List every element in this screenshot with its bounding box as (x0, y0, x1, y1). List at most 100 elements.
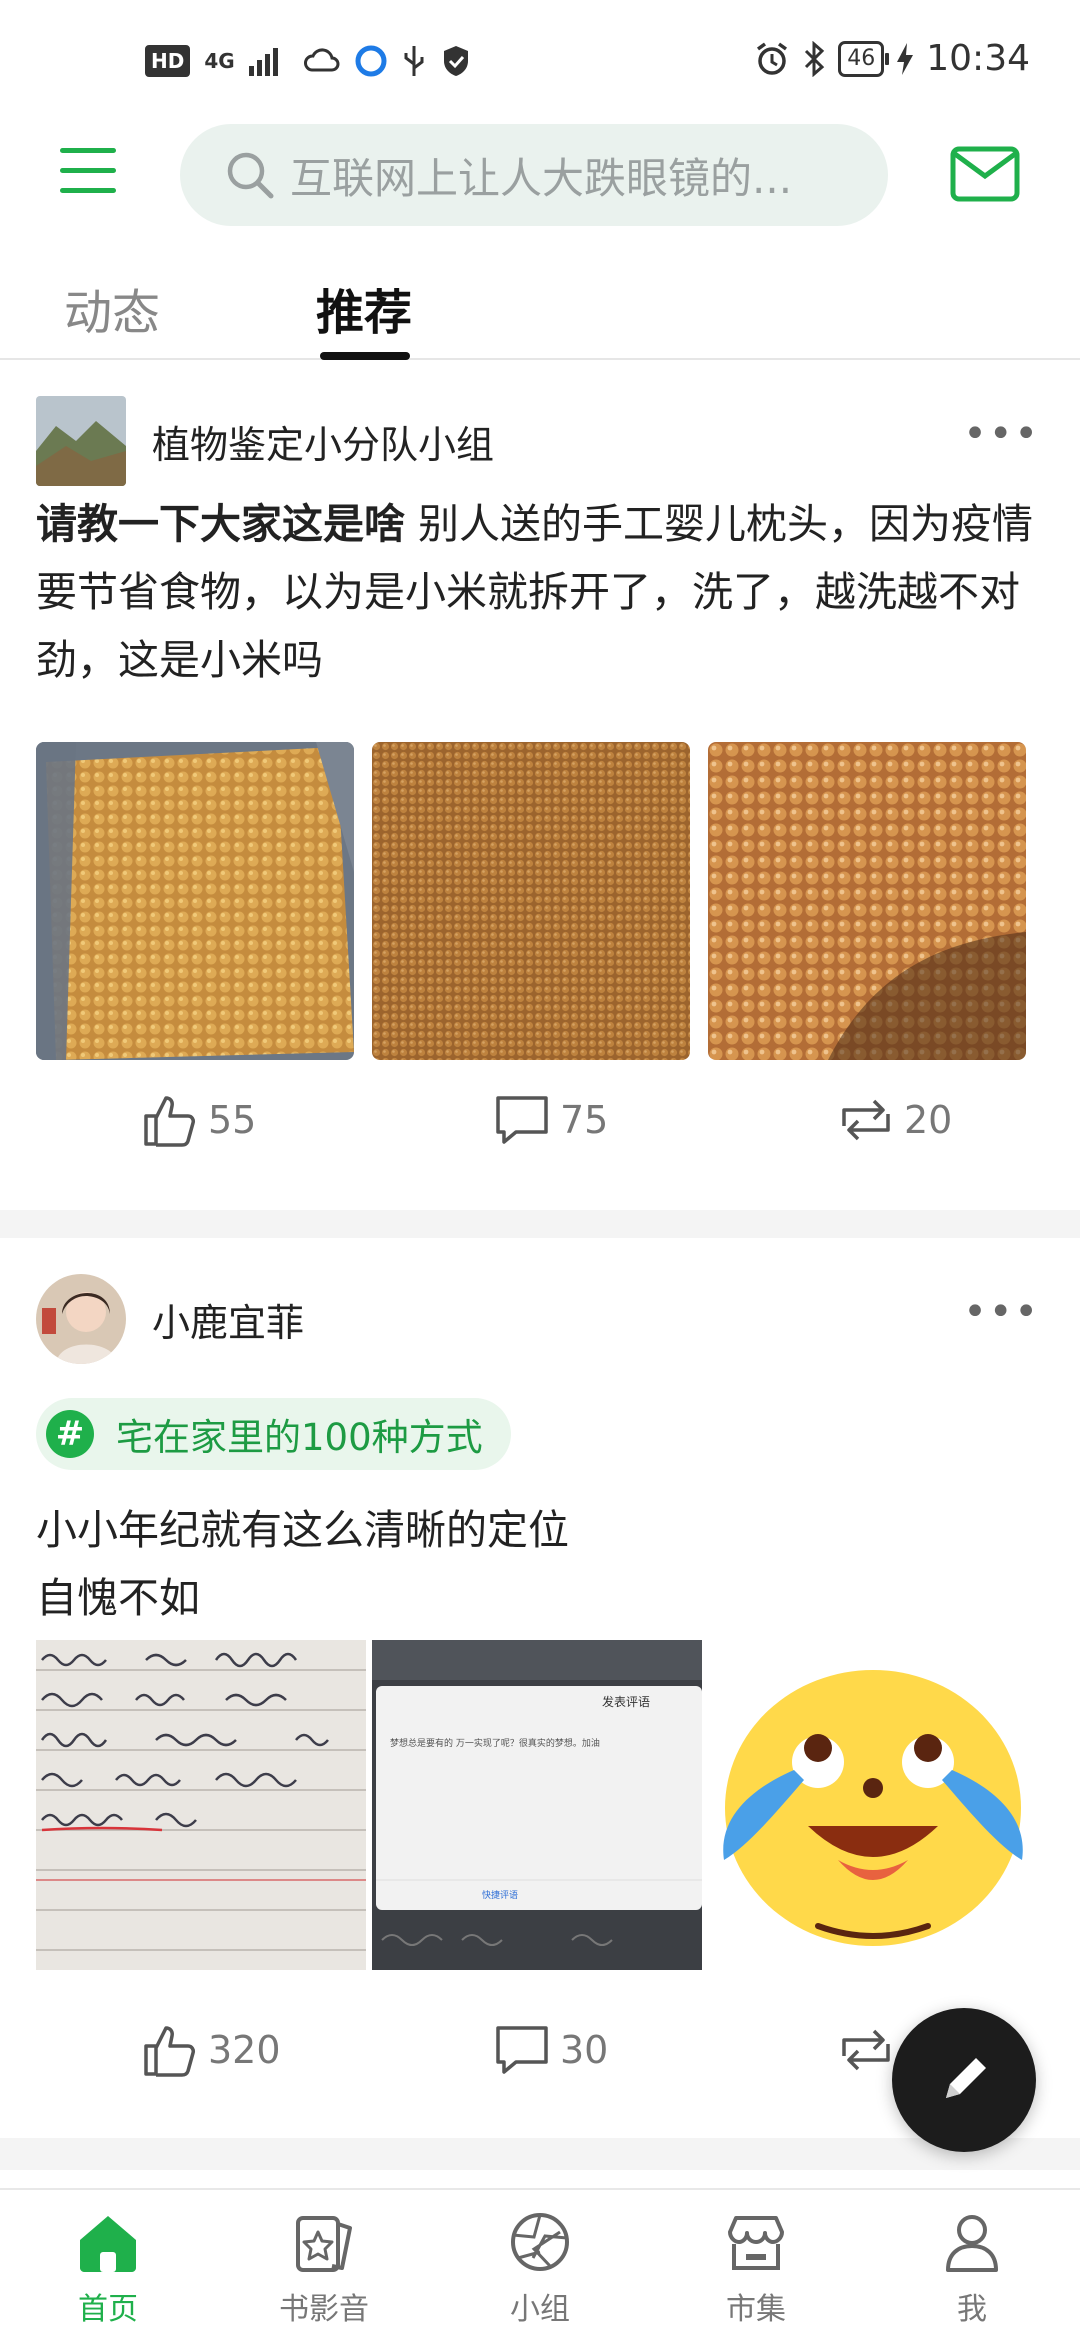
hd-badge: HD (145, 45, 191, 77)
menu-icon (60, 148, 116, 153)
nav-label: 首页 (78, 2292, 138, 2327)
compose-button[interactable] (892, 2008, 1036, 2152)
dialog-body: 梦想总是要有的 万一实现了呢？很真实的梦想。加油 (390, 1737, 600, 1749)
status-right-icons: 46 10:34 (754, 38, 1030, 79)
group-icon (511, 2213, 569, 2271)
topic-tag[interactable]: # 宅在家里的100种方式 (36, 1398, 511, 1470)
like-button[interactable]: 320 (140, 2020, 281, 2080)
avatar-image (36, 1274, 126, 1364)
handwriting-photo (36, 1640, 366, 1970)
search-placeholder: 互联网上让人大跌眼镜的... (290, 153, 793, 203)
tab-dongtai[interactable]: 动态 (64, 273, 160, 343)
dialog-link: 快捷评语 (482, 1889, 518, 1901)
comment-icon (496, 1096, 548, 1144)
card-separator (0, 1210, 1080, 1238)
comment-button[interactable]: 75 (492, 1090, 608, 1150)
like-count: 55 (208, 1098, 257, 1142)
feed-tabs: 动态 推荐 (0, 255, 1080, 360)
hashtag-icon: # (46, 1410, 94, 1458)
feed-card[interactable]: 小鹿宜菲 ••• # 宅在家里的100种方式 小小年纪就有这么清晰的定位 自愧不… (0, 1240, 1080, 2138)
thumbs-up-icon (144, 2026, 195, 2077)
post-text: 请教一下大家这是啥 别人送的手工婴儿枕头，因为疫情要节省食物，以为是小米就拆开了… (36, 490, 1046, 694)
post-image[interactable] (36, 1640, 366, 1970)
market-icon (728, 2216, 784, 2270)
post-image[interactable] (708, 1640, 1038, 1970)
comment-count: 75 (560, 1098, 609, 1142)
browser-icon (355, 45, 387, 77)
tab-tuijian[interactable]: 推荐 (316, 273, 412, 343)
cloud-icon (303, 48, 340, 72)
crying-laughing-emoji (708, 1640, 1038, 1970)
top-bar: 互联网上让人大跌眼镜的... (0, 120, 1080, 228)
millet-photo (372, 742, 690, 1060)
profile-icon (946, 2215, 998, 2272)
signal-icon (248, 48, 278, 76)
repost-icon (842, 2029, 890, 2071)
usb-icon (404, 46, 424, 76)
thumbs-up-icon (144, 1096, 195, 1147)
post-title: 请教一下大家这是啥 (36, 500, 405, 548)
repost-icon (842, 1099, 890, 1141)
active-tab-indicator (320, 352, 410, 360)
bluetooth-icon (805, 40, 825, 77)
post-images: 发表评语 梦想总是要有的 万一实现了呢？很真实的梦想。加油 快捷评语 (36, 1640, 1038, 1970)
battery-indicator: 46 (838, 40, 890, 77)
repost-count: 20 (904, 1098, 953, 1142)
nav-book-movie[interactable]: 书影音 (254, 2208, 394, 2328)
nav-label: 书影音 (279, 2292, 369, 2327)
shield-icon (443, 46, 468, 76)
alarm-icon (757, 42, 788, 75)
nav-label: 小组 (510, 2292, 570, 2327)
repost-button[interactable]: 20 (836, 1090, 952, 1150)
user-avatar[interactable] (36, 1274, 126, 1364)
dialog-title: 发表评语 (602, 1694, 650, 1709)
post-line: 小小年纪就有这么清晰的定位 (36, 1506, 569, 1554)
post-text: 小小年纪就有这么清晰的定位 自愧不如 (36, 1496, 1046, 1632)
charging-icon (897, 42, 914, 75)
more-options-icon[interactable]: ••• (963, 1292, 1040, 1332)
post-actions: 55 75 20 (0, 1090, 1080, 1180)
status-bar: HD 4G 46 10:34 (0, 0, 1080, 120)
like-count: 320 (208, 2028, 281, 2072)
post-image[interactable] (708, 742, 1026, 1060)
card-separator (0, 2138, 1080, 2170)
search-bar[interactable]: 互联网上让人大跌眼镜的... (180, 124, 888, 226)
group-avatar[interactable] (36, 396, 126, 486)
search-icon (227, 152, 274, 199)
millet-photo (36, 742, 354, 1060)
post-image[interactable] (372, 742, 690, 1060)
repost-button[interactable] (836, 2020, 896, 2080)
more-options-icon[interactable]: ••• (963, 414, 1040, 454)
nav-market[interactable]: 市集 (686, 2208, 826, 2328)
mountain-image (36, 396, 126, 486)
nav-profile[interactable]: 我 (902, 2208, 1042, 2328)
feed-card[interactable]: 植物鉴定小分队小组 ••• 请教一下大家这是啥 别人送的手工婴儿枕头，因为疫情要… (0, 362, 1080, 1210)
menu-icon-line (60, 188, 116, 193)
nav-home[interactable]: 首页 (38, 2208, 178, 2328)
menu-button[interactable] (60, 148, 116, 196)
mail-icon[interactable] (950, 146, 1020, 202)
comment-button[interactable]: 30 (492, 2020, 608, 2080)
pencil-icon (946, 2058, 986, 2098)
home-icon (80, 2216, 136, 2272)
topic-label: 宅在家里的100种方式 (116, 1416, 483, 1459)
nav-label: 我 (957, 2292, 987, 2327)
post-image[interactable] (36, 742, 354, 1060)
nav-group[interactable]: 小组 (470, 2208, 610, 2328)
post-line: 自愧不如 (36, 1574, 200, 1622)
screen-photo: 发表评语 梦想总是要有的 万一实现了呢？很真实的梦想。加油 快捷评语 (372, 1640, 702, 1970)
status-left-icons: HD 4G (145, 44, 471, 78)
clock: 10:34 (926, 38, 1030, 79)
post-image[interactable]: 发表评语 梦想总是要有的 万一实现了呢？很真实的梦想。加油 快捷评语 (372, 1640, 702, 1970)
like-button[interactable]: 55 (140, 1090, 256, 1150)
author-name[interactable]: 植物鉴定小分队小组 (152, 414, 494, 469)
millet-photo (708, 742, 1026, 1060)
menu-icon-line (60, 168, 116, 173)
post-images (36, 742, 1026, 1060)
bottom-nav: 首页 书影音 小组 市集 我 (0, 2188, 1080, 2340)
comment-count: 30 (560, 2028, 609, 2072)
book-movie-icon (296, 2216, 352, 2272)
nav-label: 市集 (726, 2292, 786, 2327)
comment-icon (496, 2026, 548, 2074)
author-name[interactable]: 小鹿宜菲 (152, 1292, 304, 1347)
